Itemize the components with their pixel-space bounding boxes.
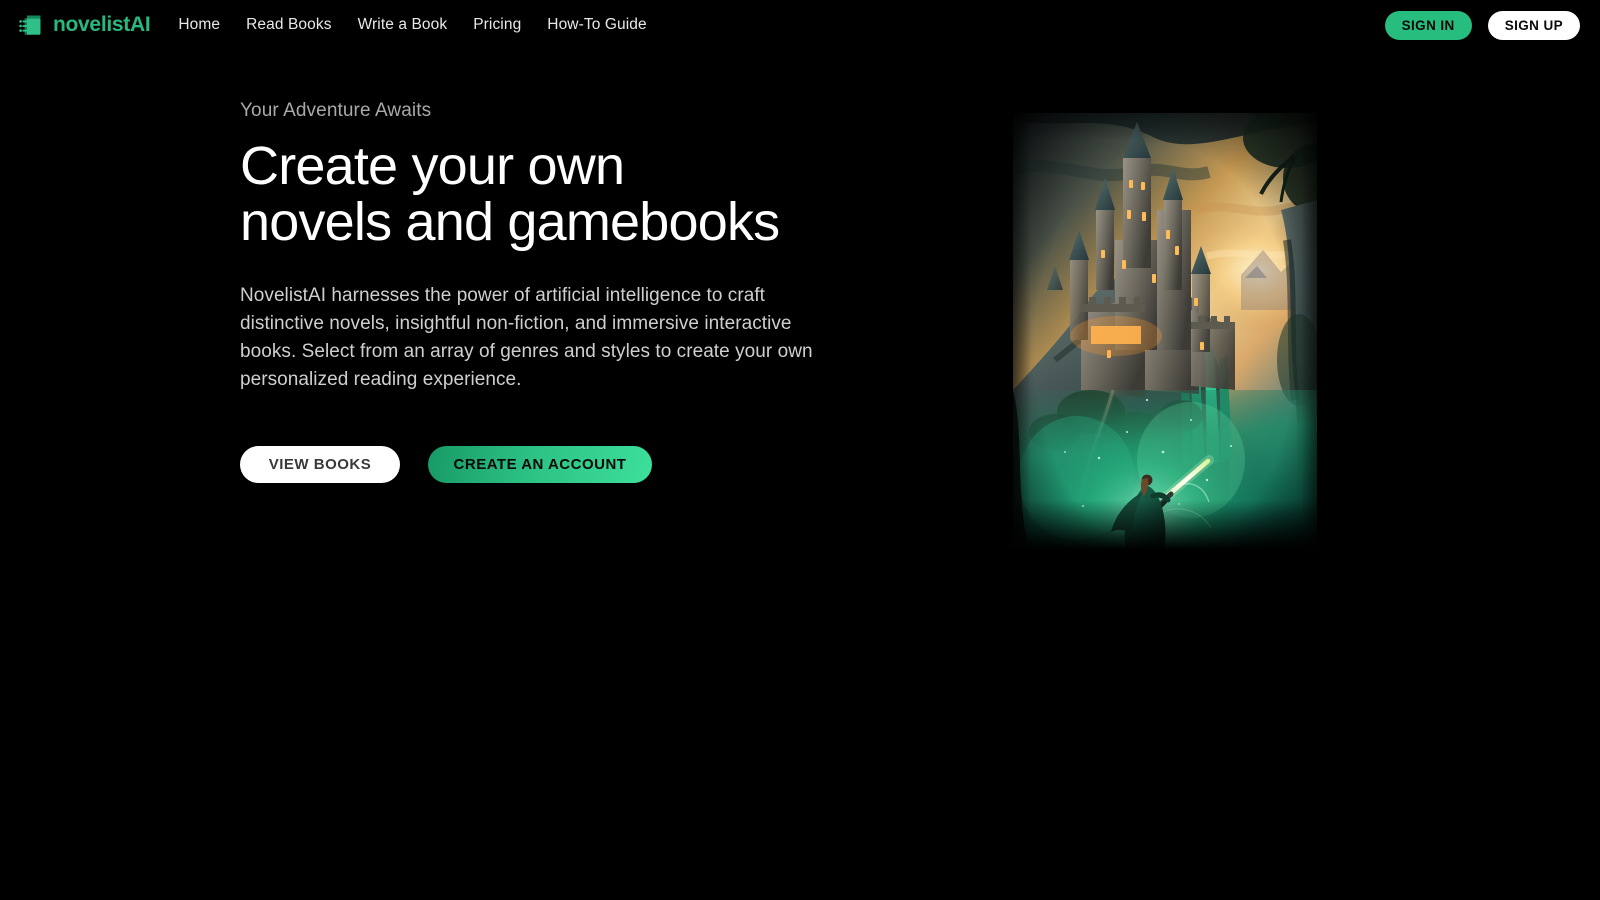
create-an-account-button[interactable]: CREATE AN ACCOUNT xyxy=(428,446,652,483)
nav-item-home[interactable]: Home xyxy=(178,16,220,34)
hero-copy: Your Adventure Awaits Create your own no… xyxy=(240,100,900,483)
sign-in-button[interactable]: SIGN IN xyxy=(1384,10,1472,40)
hero-artwork xyxy=(995,60,1335,550)
nav-auth-actions: SIGN IN SIGN UP xyxy=(1384,10,1580,40)
nav-item-pricing[interactable]: Pricing xyxy=(473,16,521,34)
nav-item-how-to-guide[interactable]: How-To Guide xyxy=(547,16,646,34)
hero-eyebrow: Your Adventure Awaits xyxy=(240,100,432,121)
hero-title: Create your own novels and gamebooks xyxy=(240,136,780,253)
nav-item-write-a-book[interactable]: Write a Book xyxy=(358,16,448,34)
brand-logo[interactable]: novelistAI xyxy=(18,12,151,38)
hero-description: NovelistAI harnesses the power of artifi… xyxy=(240,285,813,391)
nav-item-read-books[interactable]: Read Books xyxy=(246,16,331,34)
hero-cta-group: VIEW BOOKS CREATE AN ACCOUNT xyxy=(240,446,900,483)
view-books-button[interactable]: VIEW BOOKS xyxy=(240,446,400,483)
hero-section: Your Adventure Awaits Create your own no… xyxy=(0,50,1600,900)
primary-nav: Home Read Books Write a Book Pricing How… xyxy=(178,16,646,34)
sign-up-button[interactable]: SIGN UP xyxy=(1487,10,1580,40)
book-lines-icon xyxy=(18,12,44,38)
top-navigation-bar: novelistAI Home Read Books Write a Book … xyxy=(0,0,1600,50)
brand-name: novelistAI xyxy=(53,13,151,36)
